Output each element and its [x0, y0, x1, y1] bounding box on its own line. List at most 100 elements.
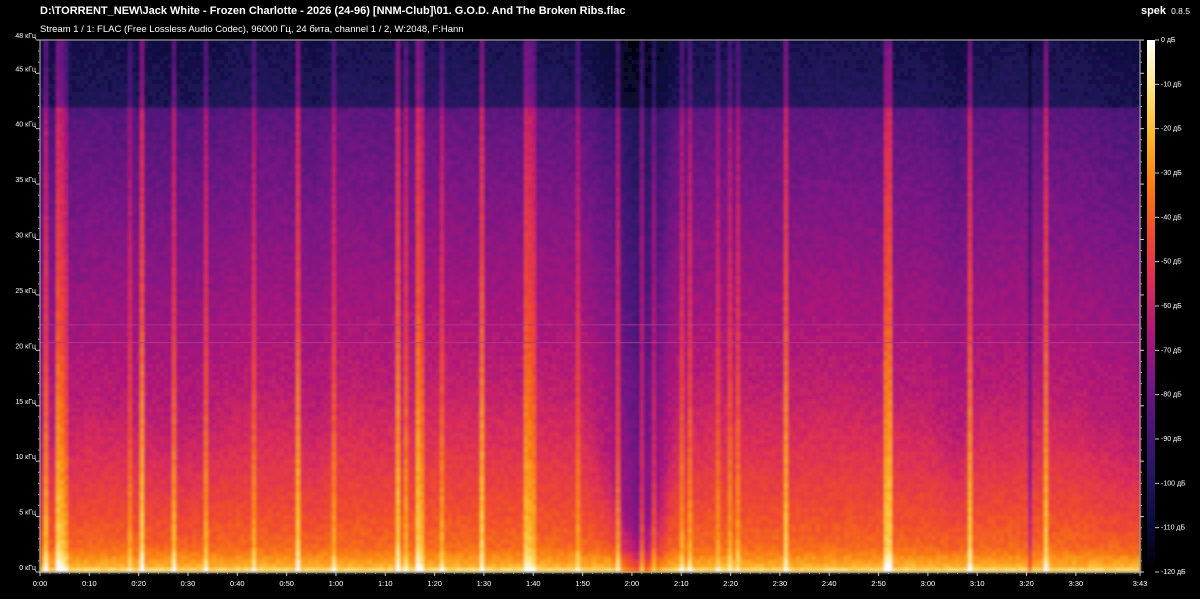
spectrogram-cell	[48, 128, 53, 133]
spectrogram-cell	[40, 444, 45, 449]
spectrogram-cell	[44, 352, 49, 357]
spectrogram-cell	[60, 196, 65, 201]
spectrogram-cell	[48, 208, 53, 213]
spectrogram-cell	[40, 136, 45, 141]
spectrogram-cell	[40, 268, 45, 273]
spectrogram-cell	[60, 40, 65, 45]
spectrogram-cell	[60, 428, 65, 433]
spectrogram-cell	[40, 504, 45, 509]
spectrogram-cell	[48, 348, 53, 353]
spectrogram-cell	[60, 384, 65, 389]
spectrogram-cell	[44, 416, 49, 421]
spectrogram-cell	[44, 500, 49, 505]
spectrogram-cell	[64, 372, 69, 377]
spectrogram-cell	[52, 448, 57, 453]
spectrogram-cell	[64, 72, 69, 77]
spectrogram-cell	[44, 136, 49, 141]
spectrogram-cell	[56, 424, 61, 429]
spectrogram-cell	[48, 44, 53, 49]
spectrogram-cell	[60, 480, 65, 485]
spectrogram-cell	[64, 292, 69, 297]
spectrogram-cell	[40, 216, 45, 221]
spectrogram-cell	[44, 492, 49, 497]
spectrogram-cell	[44, 428, 49, 433]
spectrogram-cell	[40, 228, 45, 233]
spectrogram-cell	[40, 60, 45, 65]
spectrogram-cell	[64, 96, 69, 101]
spectrogram-cell	[48, 528, 53, 533]
spectrogram-cell	[68, 208, 73, 213]
spectrogram-cell	[48, 296, 53, 301]
spectrogram-cell	[40, 128, 45, 133]
spectrogram-cell	[52, 316, 57, 321]
spectrogram-cell	[52, 100, 57, 105]
spectrogram-cell	[56, 308, 61, 313]
spectrogram-cell	[64, 432, 69, 437]
spectrogram-cell	[40, 184, 45, 189]
spectrogram-cell	[52, 252, 57, 257]
spectrogram-cell	[40, 368, 45, 373]
spectrogram-cell	[60, 276, 65, 281]
spectrogram-cell	[44, 100, 49, 105]
spectrogram-cell	[40, 188, 45, 193]
spectrogram-cell	[64, 52, 69, 57]
spectrogram-cell	[60, 312, 65, 317]
spectrogram-cell	[60, 208, 65, 213]
spectrogram-cell	[64, 176, 69, 181]
spectrogram-cell	[48, 392, 53, 397]
spectrogram-cell	[68, 132, 73, 137]
spectrogram-cell	[48, 496, 53, 501]
spectrogram-cell	[44, 400, 49, 405]
spectrogram-cell	[56, 520, 61, 525]
spectrogram-cell	[60, 524, 65, 529]
spectrogram-cell	[40, 240, 45, 245]
spectrogram-cell	[48, 108, 53, 113]
spectrogram-cell	[52, 320, 57, 325]
spectrogram-cell	[52, 80, 57, 85]
spectrogram-cell	[52, 292, 57, 297]
spectrogram-cell	[52, 476, 57, 481]
spectrogram-cell	[48, 56, 53, 61]
spectrogram-cell	[48, 564, 53, 569]
spectrogram-cell	[56, 280, 61, 285]
spectrogram-cell	[52, 200, 57, 205]
spectrogram-cell	[56, 116, 61, 121]
spectrogram-cell	[60, 164, 65, 169]
spectrogram-cell	[44, 328, 49, 333]
spectrogram-cell	[44, 488, 49, 493]
spectrogram-cell	[56, 80, 61, 85]
spectrogram-cell	[64, 428, 69, 433]
spectrogram-cell	[56, 256, 61, 261]
spectrogram-cell	[64, 280, 69, 285]
spectrogram-cell	[44, 216, 49, 221]
spectrogram-cell	[60, 512, 65, 517]
spectrogram-cell	[56, 416, 61, 421]
spectrogram-cell	[56, 284, 61, 289]
spectrogram-cell	[60, 372, 65, 377]
spectrogram-cell	[64, 132, 69, 137]
spectrogram-cell	[56, 144, 61, 149]
spectrogram-cell	[52, 464, 57, 469]
spectrogram-cell	[48, 216, 53, 221]
spectrogram-cell	[44, 104, 49, 109]
spectrogram-cell	[48, 152, 53, 157]
spectrogram-cell	[56, 220, 61, 225]
spectrogram-cell	[60, 332, 65, 337]
spectrogram-cell	[44, 548, 49, 553]
spectrogram-cell	[64, 172, 69, 177]
spectrogram-cell	[44, 120, 49, 125]
spectrogram-cell	[68, 88, 73, 93]
spectrogram-cell	[40, 448, 45, 453]
spectrogram-cell	[44, 412, 49, 417]
spectrogram-cell	[68, 44, 73, 49]
spectrogram-cell	[40, 52, 45, 57]
spectrogram-cell	[64, 300, 69, 305]
spectrogram-cell	[64, 504, 69, 509]
spectrogram-cell	[60, 96, 65, 101]
spectrogram-cell	[56, 524, 61, 529]
spectrogram-cell	[48, 352, 53, 357]
spectrogram-cell	[52, 56, 57, 61]
spectrogram-cell	[44, 204, 49, 209]
spectrogram-cell	[48, 76, 53, 81]
spectrogram-cell	[44, 344, 49, 349]
